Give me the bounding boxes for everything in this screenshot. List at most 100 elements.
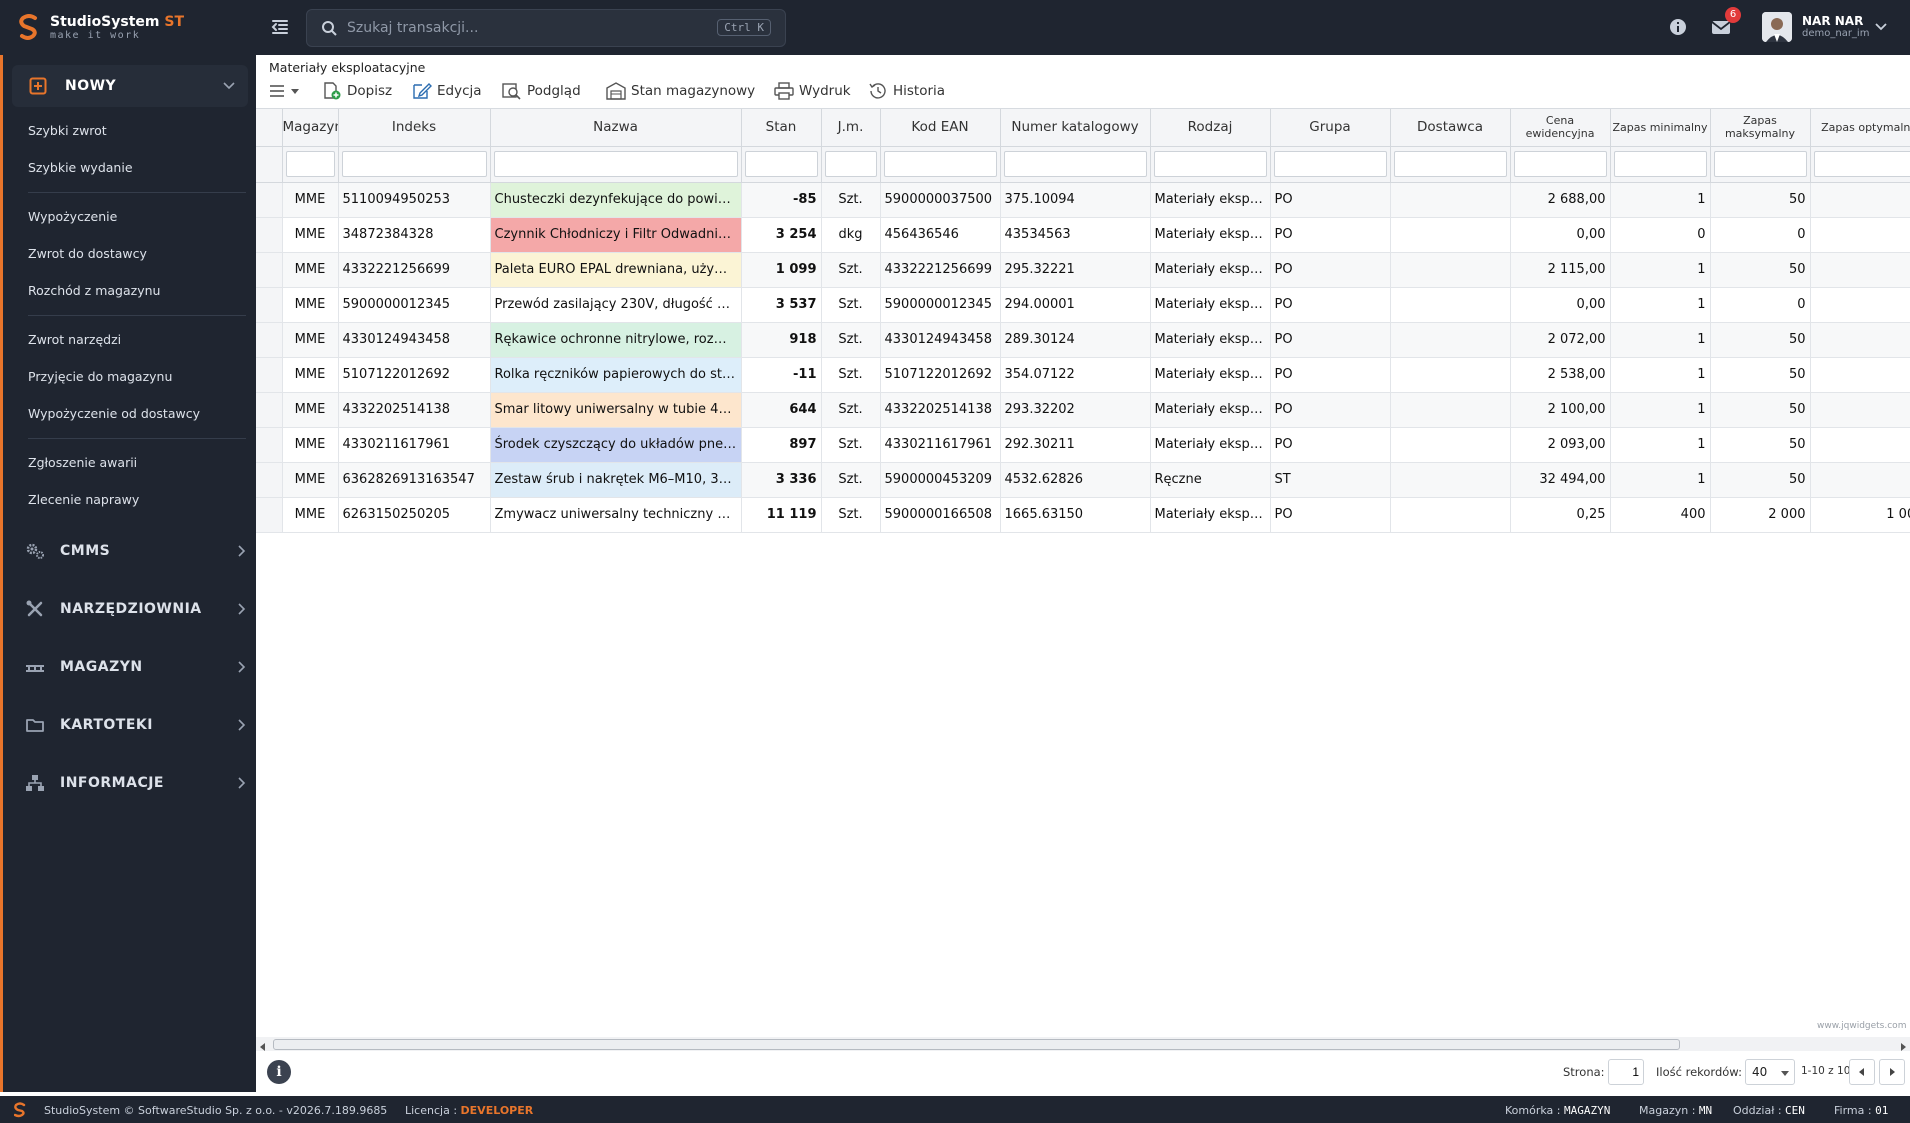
cell-zapas-maksymalny: 50 (1710, 392, 1811, 428)
filter-zapas-maksymalny[interactable] (1713, 151, 1807, 177)
sidebar-section-kartoteki[interactable]: KARTOTEKI (25, 713, 247, 737)
table-row[interactable]: MME 6263150250205 Zmywacz uniwersalny tech… (256, 497, 1910, 533)
history-icon (869, 83, 886, 99)
column-header-rodzaj[interactable]: Rodzaj (1150, 109, 1271, 147)
filter-nazwa[interactable] (493, 151, 738, 177)
search-input[interactable] (347, 20, 707, 36)
scroll-right-icon[interactable] (1899, 1040, 1907, 1051)
column-header-jm[interactable]: J.m. (821, 109, 881, 147)
search-box[interactable]: Ctrl K (306, 9, 786, 47)
cell-dostawca (1390, 322, 1511, 358)
filter-row (256, 146, 1910, 183)
scrollbar-thumb[interactable] (273, 1039, 1680, 1050)
next-page-button[interactable] (1879, 1059, 1905, 1085)
column-header-dostawca[interactable]: Dostawca (1390, 109, 1511, 147)
menu-collapse-icon[interactable] (270, 17, 290, 37)
wydruk-button[interactable]: Wydruk (774, 81, 851, 101)
row-selector[interactable] (256, 217, 283, 253)
dopisz-button[interactable]: Dopisz (322, 81, 392, 101)
row-selector[interactable] (256, 427, 283, 463)
table-row[interactable]: MME 4330211617961 Środek czyszczący do ukł… (256, 427, 1910, 463)
column-header-stan[interactable]: Stan (741, 109, 822, 147)
chevron-right-icon (235, 660, 247, 674)
sidebar-item-szybkie-wydanie[interactable]: Szybkie wydanie (28, 160, 133, 175)
filter-stan[interactable] (744, 151, 818, 177)
row-selector[interactable] (256, 392, 283, 428)
filter-magazyn[interactable] (285, 151, 335, 177)
info-icon[interactable] (1668, 17, 1688, 37)
grid-menu-icon[interactable] (269, 83, 301, 99)
table-row[interactable]: MME 5900000012345 Przewód zasilający 230V,… (256, 287, 1910, 323)
rows-per-page-select[interactable]: 40 (1745, 1059, 1795, 1085)
column-header-grupa[interactable]: Grupa (1270, 109, 1391, 147)
column-header-indeks[interactable]: Indeks (338, 109, 491, 147)
sidebar-section-narzedziownia[interactable]: NARZĘDZIOWNIA (25, 597, 247, 621)
stan-magazynowy-button[interactable]: Stan magazynowy (606, 81, 755, 101)
cell-rodzaj: Materiały eksploatacyjne (1150, 357, 1271, 393)
scroll-left-icon[interactable] (259, 1040, 267, 1051)
footer-firma: Firma : 01 (1834, 1104, 1889, 1117)
filter-dostawca[interactable] (1393, 151, 1507, 177)
row-selector[interactable] (256, 182, 283, 218)
sidebar-section-magazyn[interactable]: MAGAZYN (25, 655, 247, 679)
sidebar-item-zgloszenie-awarii[interactable]: Zgłoszenie awarii (28, 455, 137, 470)
row-selector[interactable] (256, 357, 283, 393)
edycja-button[interactable]: Edycja (412, 81, 482, 101)
row-selector[interactable] (256, 252, 283, 288)
column-header-zapas-maksymalny[interactable]: Zapas maksymalny (1710, 109, 1811, 147)
filter-kod-ean[interactable] (883, 151, 997, 177)
filter-zapas-optymalny[interactable] (1813, 151, 1910, 177)
cell-zapas-optymalny: 1 (1810, 322, 1910, 358)
sidebar-item-zwrot-narzedzi[interactable]: Zwrot narzędzi (28, 332, 121, 347)
filter-zapas-minimalny[interactable] (1613, 151, 1707, 177)
sidebar-section-cmms[interactable]: CMMS (25, 539, 247, 563)
sidebar-item-wypozyczenie-od-dostawcy[interactable]: Wypożyczenie od dostawcy (28, 406, 200, 421)
sidebar-item-szybki-zwrot[interactable]: Szybki zwrot (28, 123, 107, 138)
sidebar-section-informacje[interactable]: INFORMACJE (25, 771, 247, 795)
table-row[interactable]: MME 4332221256699 Paleta EURO EPAL drewnia… (256, 252, 1910, 288)
row-selector[interactable] (256, 462, 283, 498)
table-row[interactable]: MME 5107122012692 Rolka ręczników papierow… (256, 357, 1910, 393)
filter-cena[interactable] (1513, 151, 1607, 177)
avatar[interactable] (1762, 12, 1792, 42)
column-header-zapas-minimalny[interactable]: Zapas minimalny (1610, 109, 1711, 147)
row-selector[interactable] (256, 322, 283, 358)
column-header-magazyn[interactable]: Magazyn (282, 109, 339, 147)
filter-numer-katalogowy[interactable] (1003, 151, 1147, 177)
filter-indeks[interactable] (341, 151, 487, 177)
filter-grupa[interactable] (1273, 151, 1387, 177)
column-header-nazwa[interactable]: Nazwa (490, 109, 742, 147)
row-selector[interactable] (256, 497, 283, 533)
filter-rodzaj[interactable] (1153, 151, 1267, 177)
cell-indeks: 4330124943458 (338, 322, 491, 358)
historia-button[interactable]: Historia (868, 81, 945, 101)
cell-grupa: PO (1270, 497, 1391, 533)
horizontal-scrollbar[interactable] (256, 1037, 1910, 1051)
podglad-button[interactable]: Podgląd (502, 81, 581, 101)
table-row[interactable]: MME 4330124943458 Rękawice ochronne nitryl… (256, 322, 1910, 358)
table-row[interactable]: MME 5110094950253 Chusteczki dezynfekujące… (256, 182, 1910, 218)
column-header-kod-ean[interactable]: Kod EAN (880, 109, 1001, 147)
sidebar-item-przyjecie[interactable]: Przyjęcie do magazynu (28, 369, 172, 384)
sidebar-item-zlecenie-naprawy[interactable]: Zlecenie naprawy (28, 492, 139, 507)
sidebar-item-rozchod[interactable]: Rozchód z magazynu (28, 283, 160, 298)
column-header-cena[interactable]: Cena ewidencyjna (1510, 109, 1611, 147)
prev-page-button[interactable] (1849, 1059, 1875, 1085)
page-input[interactable] (1608, 1059, 1644, 1085)
sidebar-item-wypozyczenie[interactable]: Wypożyczenie (28, 209, 117, 224)
chevron-down-icon[interactable] (1874, 20, 1888, 34)
column-header-zapas-optymalny[interactable]: Zapas optymalny (1810, 109, 1910, 147)
table-row[interactable]: MME 4332202514138 Smar litowy uniwersalny … (256, 392, 1910, 428)
column-header-numer-katalogowy[interactable]: Numer katalogowy (1000, 109, 1151, 147)
sidebar-section-nowy[interactable]: NOWY (12, 65, 248, 107)
table-row[interactable]: MME 6362826913163547 Zestaw śrub i nakręte… (256, 462, 1910, 498)
info-icon[interactable]: i (267, 1060, 291, 1084)
row-selector[interactable] (256, 287, 283, 323)
sidebar-item-zwrot-do-dostawcy[interactable]: Zwrot do dostawcy (28, 246, 147, 261)
user-info[interactable]: NAR NAR demo_nar_im (1802, 14, 1869, 39)
app-logo[interactable]: StudioSystem ST make it work (18, 13, 184, 41)
table-row[interactable]: MME 34872384328 Czynnik Chłodniczy i Filtr… (256, 217, 1910, 253)
filter-jm[interactable] (824, 151, 877, 177)
cell-magazyn: MME (282, 497, 339, 533)
cell-jm: Szt. (821, 182, 881, 218)
